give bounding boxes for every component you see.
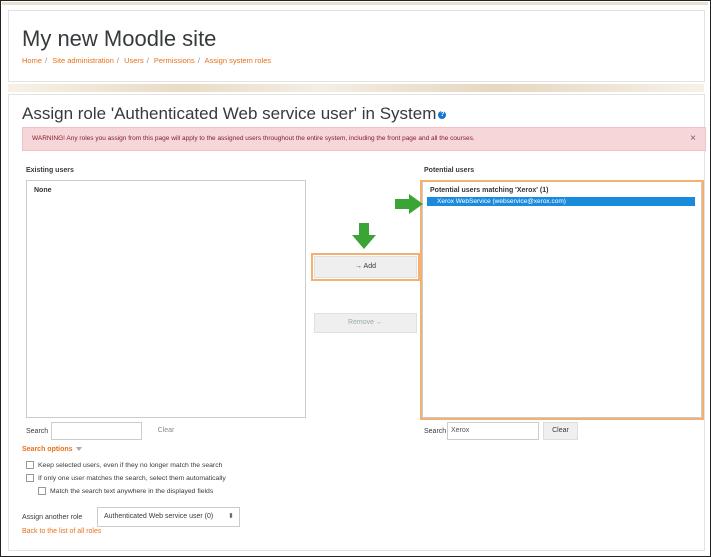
existing-clear-button[interactable]: Clear xyxy=(146,422,186,440)
existing-users-listbox[interactable]: None xyxy=(26,180,306,418)
decorative-banner xyxy=(8,84,704,92)
existing-users-group: None xyxy=(34,187,52,194)
select-updown-icon: ⬍ xyxy=(228,513,234,520)
warning-alert: WARNING! Any roles you assign from this … xyxy=(22,127,706,151)
checkbox[interactable] xyxy=(38,487,46,495)
page-title: Assign role 'Authenticated Web service u… xyxy=(22,104,447,124)
add-button-highlight xyxy=(311,253,420,281)
option-label: If only one user matches the search, sel… xyxy=(38,474,226,482)
back-to-roles-link[interactable]: Back to the list of all roles xyxy=(22,528,101,535)
search-options-label: Search options xyxy=(22,446,73,453)
checkbox[interactable] xyxy=(26,474,34,482)
existing-search-label: Search xyxy=(26,428,49,435)
arrow-down-icon xyxy=(352,223,376,249)
top-accent-bar xyxy=(2,2,708,5)
remove-button[interactable]: Remove ← xyxy=(314,313,417,333)
option-label: Match the search text anywhere in the di… xyxy=(50,487,214,495)
assign-another-role-select[interactable]: Authenticated Web service user (0) ⬍ xyxy=(97,507,240,527)
breadcrumb-assign-system-roles[interactable]: Assign system roles xyxy=(204,56,271,65)
potential-users-highlight xyxy=(420,180,704,420)
warning-alert-text: WARNING! Any roles you assign from this … xyxy=(32,135,475,142)
option-label: Keep selected users, even if they no lon… xyxy=(38,461,223,469)
breadcrumb: Home / Site administration / Users / Permis… xyxy=(22,56,272,65)
site-title: My new Moodle site xyxy=(22,26,217,51)
option-search-anywhere[interactable]: Match the search text anywhere in the di… xyxy=(38,487,213,495)
option-autoselect-unique[interactable]: If only one user matches the search, sel… xyxy=(26,474,226,482)
potential-users-label: Potential users xyxy=(424,167,475,174)
checkbox[interactable] xyxy=(26,461,34,469)
page-title-text: Assign role 'Authenticated Web service u… xyxy=(22,104,437,123)
existing-search-input[interactable] xyxy=(51,422,142,440)
search-options-toggle[interactable]: Search options xyxy=(22,446,82,453)
breadcrumb-permissions[interactable]: Permissions xyxy=(154,56,195,65)
assign-another-role-label: Assign another role xyxy=(22,514,83,521)
breadcrumb-users[interactable]: Users xyxy=(124,56,144,65)
potential-search-input[interactable]: Xerox xyxy=(447,422,539,440)
existing-users-label: Existing users xyxy=(26,167,74,174)
close-icon[interactable]: × xyxy=(690,133,696,144)
option-keep-selected[interactable]: Keep selected users, even if they no lon… xyxy=(26,461,222,469)
breadcrumb-home[interactable]: Home xyxy=(22,56,42,65)
arrow-right-icon xyxy=(395,194,423,214)
breadcrumb-site-admin[interactable]: Site administration xyxy=(52,56,114,65)
help-icon[interactable]: ? xyxy=(438,110,447,119)
potential-clear-button[interactable]: Clear xyxy=(543,422,578,440)
chevron-down-icon xyxy=(75,447,82,452)
potential-search-label: Search xyxy=(424,428,447,435)
assign-another-role-value: Authenticated Web service user (0) xyxy=(104,513,214,520)
